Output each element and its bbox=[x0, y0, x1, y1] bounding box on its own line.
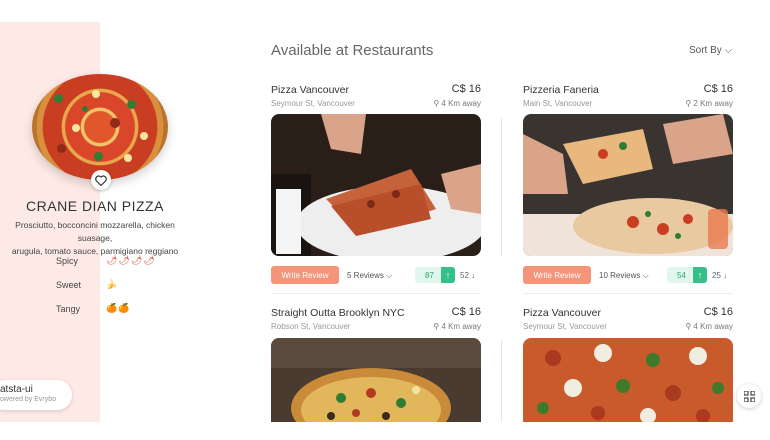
upvote-button[interactable]: 87 ↑ bbox=[415, 267, 455, 283]
heart-icon bbox=[95, 174, 107, 186]
location-pin-icon: ⚲ bbox=[685, 322, 692, 331]
brand-sub: owered by Evrybo bbox=[0, 396, 57, 403]
upvote-count: 87 bbox=[425, 270, 434, 280]
reviews-toggle[interactable]: 5 Reviews ⌵ bbox=[347, 271, 392, 281]
distance-text: 4 Km away bbox=[693, 322, 733, 331]
location-pin-icon: ⚲ bbox=[685, 99, 692, 108]
sort-dropdown[interactable]: Sort By ⌵ bbox=[689, 45, 732, 56]
page: CRANE DIAN PIZZA Prosciutto, bocconcini … bbox=[0, 0, 770, 440]
restaurant-address: Main St, Vancouver bbox=[523, 99, 593, 108]
upvote-count: 54 bbox=[677, 270, 686, 280]
restaurant-address: Robson St, Vancouver bbox=[271, 322, 351, 331]
restaurant-name[interactable]: Pizza Vancouver bbox=[523, 307, 601, 319]
favorite-button[interactable] bbox=[91, 170, 111, 190]
brand-badge[interactable]: atsta-ui owered by Evrybo bbox=[0, 380, 72, 410]
upvote-button[interactable]: 54 ↑ bbox=[667, 267, 707, 283]
arrow-up-icon: ↑ bbox=[693, 267, 707, 283]
distance-text: 4 Km away bbox=[441, 322, 481, 331]
taste-label-spicy: Spicy bbox=[56, 256, 79, 266]
restaurant-distance: ⚲ 2 Km away bbox=[672, 99, 733, 108]
row-divider bbox=[271, 293, 481, 294]
location-pin-icon: ⚲ bbox=[433, 322, 440, 331]
column-divider bbox=[501, 340, 502, 422]
distance-text: 4 Km away bbox=[441, 99, 481, 108]
restaurant-distance: ⚲ 4 Km away bbox=[420, 99, 481, 108]
restaurant-photo[interactable] bbox=[271, 338, 481, 422]
restaurant-name[interactable]: Pizza Vancouver bbox=[271, 84, 349, 96]
distance-text: 2 Km away bbox=[693, 99, 733, 108]
arrow-up-icon: ↑ bbox=[441, 267, 455, 283]
sweet-rating: 🍌 bbox=[106, 279, 119, 289]
taste-label-tangy: Tangy bbox=[56, 304, 81, 314]
restaurant-name[interactable]: Straight Outta Brooklyn NYC bbox=[271, 307, 405, 319]
pizza-image bbox=[32, 74, 168, 180]
restaurant-distance: ⚲ 4 Km away bbox=[420, 322, 481, 331]
reviews-toggle[interactable]: 10 Reviews ⌵ bbox=[599, 271, 649, 281]
write-review-button[interactable]: Write Review bbox=[271, 266, 339, 284]
restaurant-price: C$ 16 bbox=[703, 306, 733, 318]
restaurant-photo[interactable] bbox=[523, 338, 733, 422]
spicy-rating: 🌶🌶🌶🌶 bbox=[106, 255, 156, 265]
downvote-count: 52 bbox=[460, 271, 469, 280]
restaurant-price: C$ 16 bbox=[451, 83, 481, 95]
brand-name: atsta-ui bbox=[0, 384, 33, 395]
downvote-count: 25 bbox=[712, 271, 721, 280]
arrow-down-icon: ↓ bbox=[471, 271, 476, 280]
downvote-button[interactable]: 25 ↓ bbox=[712, 271, 727, 280]
pizza-title: CRANE DIAN PIZZA bbox=[26, 198, 164, 214]
tangy-rating: 🍊🍊 bbox=[106, 303, 131, 313]
pizza-description: Prosciutto, bocconcini mozzarella, chick… bbox=[0, 219, 190, 258]
column-divider bbox=[501, 118, 502, 256]
restaurant-address: Seymour St, Vancouver bbox=[271, 99, 355, 108]
restaurant-address: Seymour St, Vancouver bbox=[523, 322, 607, 331]
downvote-button[interactable]: 52 ↓ bbox=[460, 271, 475, 280]
taste-label-sweet: Sweet bbox=[56, 280, 82, 290]
grid-view-button[interactable] bbox=[737, 384, 761, 408]
section-title: Available at Restaurants bbox=[271, 42, 434, 59]
restaurant-photo[interactable] bbox=[523, 114, 733, 256]
restaurant-price: C$ 16 bbox=[703, 83, 733, 95]
description-line: Prosciutto, bocconcini mozzarella, chick… bbox=[15, 220, 175, 243]
grid-icon bbox=[743, 390, 755, 402]
row-divider bbox=[523, 293, 733, 294]
restaurant-name[interactable]: Pizzeria Faneria bbox=[523, 84, 599, 96]
arrow-down-icon: ↓ bbox=[723, 271, 728, 280]
restaurant-distance: ⚲ 4 Km away bbox=[672, 322, 733, 331]
restaurant-photo[interactable] bbox=[271, 114, 481, 256]
restaurant-price: C$ 16 bbox=[451, 306, 481, 318]
location-pin-icon: ⚲ bbox=[433, 99, 440, 108]
write-review-button[interactable]: Write Review bbox=[523, 266, 591, 284]
